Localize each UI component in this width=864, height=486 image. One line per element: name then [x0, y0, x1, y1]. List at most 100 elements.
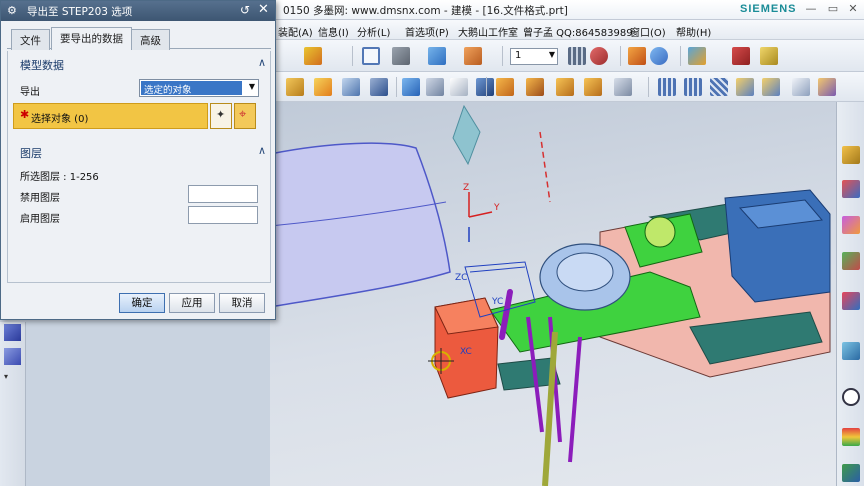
menu-window[interactable]: 窗口(O)	[630, 24, 666, 39]
menu-help[interactable]: 帮助(H)	[676, 24, 711, 39]
surface-grid-icon[interactable]	[658, 78, 676, 96]
crosshair-icon: ⌖	[239, 107, 247, 122]
constraint-navigator-icon[interactable]	[842, 180, 860, 198]
menu-studio[interactable]: 大鹅山工作室	[458, 24, 518, 39]
cylinder-icon[interactable]	[402, 78, 420, 96]
model-data-group-header[interactable]: 模型数据 ∧	[12, 55, 268, 73]
fit-view-icon[interactable]	[362, 47, 380, 65]
help-icon[interactable]	[650, 47, 668, 65]
select-filter-button[interactable]: ✦	[210, 103, 232, 129]
label-zc: ZC	[455, 273, 467, 283]
extrude-icon[interactable]	[314, 78, 332, 96]
revolve-icon[interactable]	[342, 78, 360, 96]
curved-sheet-body[interactable]	[270, 142, 451, 308]
label-xc: XC	[460, 347, 472, 357]
measure-icon[interactable]	[760, 47, 778, 65]
shaded-cube-icon[interactable]	[428, 47, 446, 65]
constraint-icon[interactable]	[4, 324, 21, 341]
web-browser-icon[interactable]	[842, 342, 860, 360]
layer-combo[interactable]: 1 ▼	[510, 48, 558, 65]
reset-icon[interactable]: ↺	[240, 3, 250, 17]
csys-y-axis[interactable]	[468, 211, 493, 218]
sew-icon[interactable]	[818, 78, 836, 96]
enabled-layers-input[interactable]	[188, 206, 258, 224]
close-window-icon[interactable]: ✕	[846, 2, 860, 16]
point-icon[interactable]	[732, 47, 750, 65]
tools-icon[interactable]	[628, 47, 646, 65]
render-style-icon[interactable]	[392, 47, 410, 65]
restore-icon[interactable]: ▭	[826, 2, 840, 16]
select-object-label: 选择对象 (0)	[31, 114, 89, 125]
toolbar-separator	[680, 46, 681, 66]
olive-shaft[interactable]	[542, 331, 558, 486]
tab-data-to-export[interactable]: 要导出的数据	[51, 27, 132, 50]
chevron-up-icon[interactable]: ∧	[258, 56, 266, 69]
toolbar-separator	[396, 77, 397, 97]
select-object-row[interactable]: ✱ 选择对象 (0)	[13, 103, 208, 129]
pick-point-button[interactable]: ⌖	[234, 103, 256, 129]
menu-analysis[interactable]: 分析(L)	[357, 24, 390, 39]
trim-icon[interactable]	[584, 78, 602, 96]
green-boss[interactable]	[644, 216, 676, 248]
snap-icon[interactable]	[688, 47, 706, 65]
chevron-down-icon[interactable]: ▼	[249, 82, 255, 91]
more-tools-icon[interactable]: ▾	[4, 372, 21, 381]
sweep-icon[interactable]	[286, 78, 304, 96]
history-icon[interactable]	[842, 388, 860, 406]
reuse-library-icon[interactable]	[842, 252, 860, 270]
move-layer-icon[interactable]	[590, 47, 608, 65]
menu-preferences[interactable]: 首选项(P)	[405, 24, 449, 39]
sphere-icon[interactable]	[450, 78, 468, 96]
resource-bar-right	[836, 102, 864, 486]
close-icon[interactable]: ✕	[258, 2, 269, 17]
menu-info[interactable]: 信息(I)	[318, 24, 349, 39]
blend-icon[interactable]	[614, 78, 632, 96]
through-curves-icon[interactable]	[710, 78, 728, 96]
intersect-icon[interactable]	[556, 78, 574, 96]
unite-icon[interactable]	[496, 78, 514, 96]
cone-icon[interactable]	[426, 78, 444, 96]
chevron-up-icon[interactable]: ∧	[258, 144, 266, 157]
tab-advanced[interactable]: 高级	[131, 29, 170, 50]
group-title: 模型数据	[20, 59, 64, 72]
system-materials-icon[interactable]	[842, 428, 860, 446]
menu-assembly[interactable]: 装配(A)	[278, 24, 313, 39]
minimize-icon[interactable]: —	[804, 2, 818, 16]
subtract-icon[interactable]	[526, 78, 544, 96]
roles-icon[interactable]	[842, 464, 860, 482]
hole-icon[interactable]	[476, 78, 494, 96]
model-view: Z Y ZC YC XC	[270, 104, 831, 486]
offset-surface-icon[interactable]	[792, 78, 810, 96]
toolbar-row-1: 1 ▼	[270, 40, 864, 72]
dialog-title-bar[interactable]: ⚙ 导出至 STEP203 选项 ↺ ✕	[1, 1, 275, 21]
assembly-navigator-icon[interactable]	[842, 146, 860, 164]
export-dropdown[interactable]: 选定的对象 ▼	[139, 79, 259, 97]
feature-icon[interactable]	[304, 47, 322, 65]
mesh-surface-icon[interactable]	[684, 78, 702, 96]
export-step203-dialog: ⚙ 导出至 STEP203 选项 ↺ ✕ 文件 要导出的数据 高级 模型数据 ∧…	[0, 0, 276, 320]
cancel-button[interactable]: 取消	[219, 293, 265, 313]
datum-plane[interactable]	[452, 104, 481, 166]
datum-axis[interactable]	[539, 131, 551, 203]
part-navigator-icon[interactable]	[842, 216, 860, 234]
hd3d-icon[interactable]	[842, 292, 860, 310]
tab-file[interactable]: 文件	[11, 29, 50, 50]
disabled-layers-label: 禁用图层	[20, 193, 60, 204]
graphics-window[interactable]: Z Y ZC YC XC	[270, 102, 836, 486]
apply-button[interactable]: 应用	[169, 293, 215, 313]
disabled-layers-input[interactable]	[188, 185, 258, 203]
menu-author[interactable]: 曾子孟 QQ:864583989	[523, 24, 633, 39]
resource-bar-left: ▾	[0, 322, 26, 486]
toolbar-separator	[486, 77, 487, 97]
purple-rod-3[interactable]	[568, 336, 582, 463]
block-icon[interactable]	[370, 78, 388, 96]
dialog-title: 导出至 STEP203 选项	[27, 6, 133, 18]
swept-surface-icon[interactable]	[762, 78, 780, 96]
orient-view-icon[interactable]	[464, 47, 482, 65]
layer-settings-icon[interactable]	[568, 47, 586, 65]
pattern-icon[interactable]	[4, 348, 21, 365]
ruled-surface-icon[interactable]	[736, 78, 754, 96]
label-yc: YC	[491, 297, 503, 307]
layers-group-header[interactable]: 图层 ∧	[12, 143, 268, 161]
ok-button[interactable]: 确定	[119, 293, 165, 313]
